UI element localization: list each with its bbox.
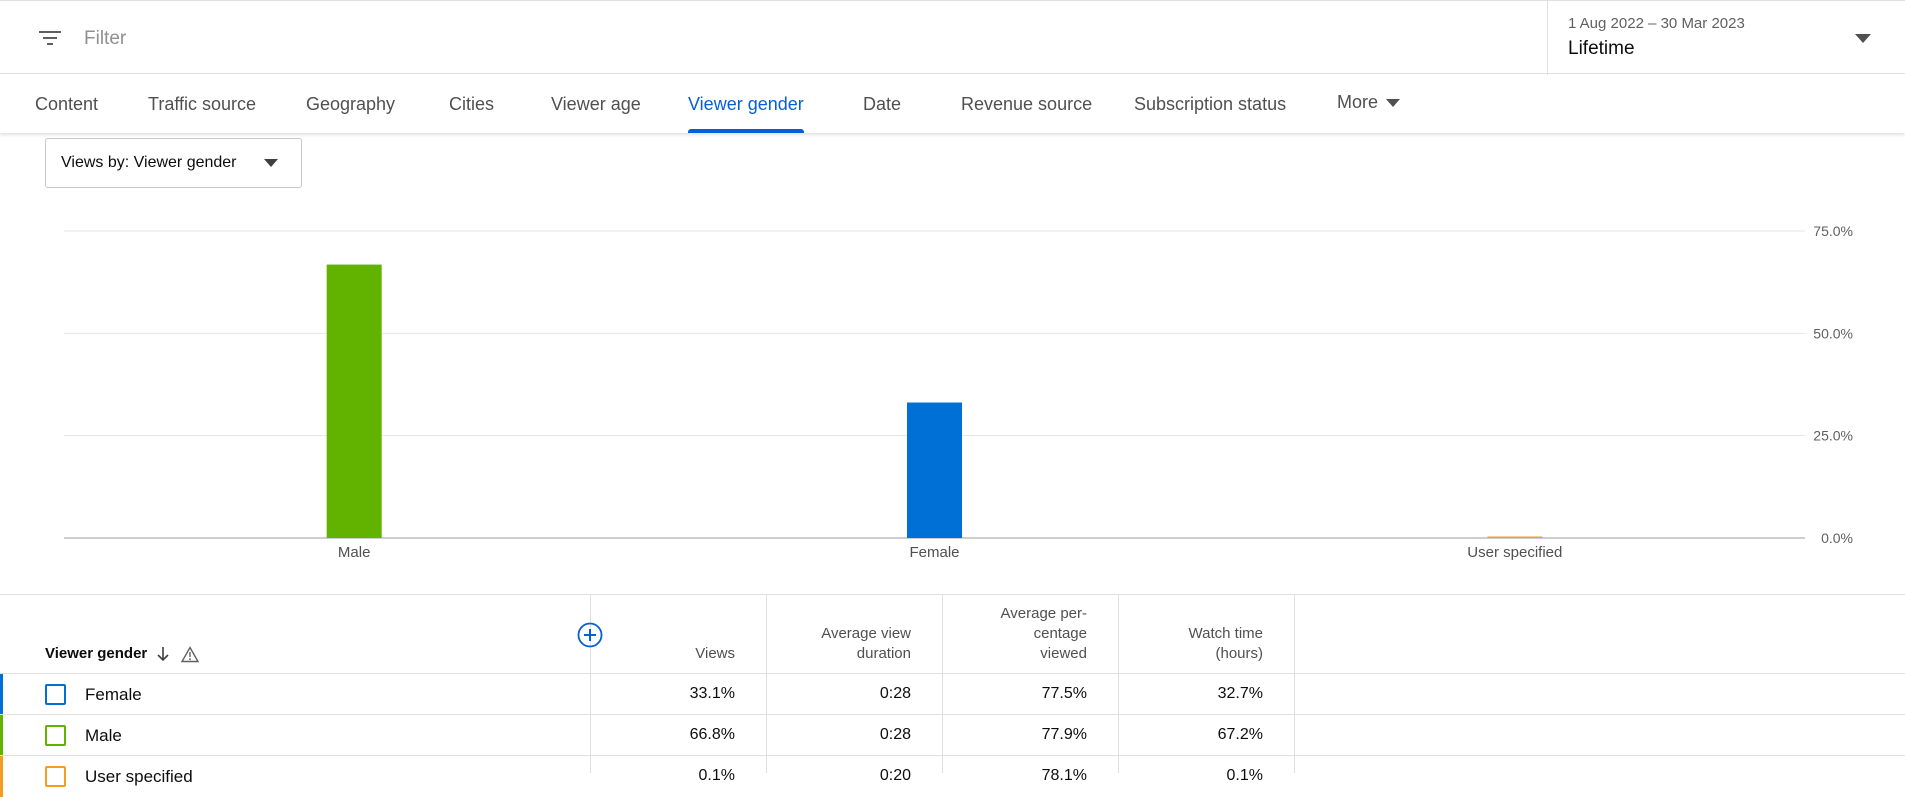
y-tick-label: 75.0% <box>1813 223 1853 239</box>
row-checkbox[interactable] <box>45 766 66 787</box>
column-header-line: Watch time <box>1188 625 1263 642</box>
column-header-average-view-duration[interactable]: Average view duration <box>761 624 911 664</box>
column-header-average-percentage-viewed[interactable]: Average per- centage viewed <box>937 604 1087 664</box>
dimension-header[interactable]: Viewer gender <box>45 645 147 662</box>
y-tick-label: 50.0% <box>1813 325 1853 341</box>
x-tick-label: Male <box>338 544 371 561</box>
bar-chart: 0.0% 25.0% 50.0% 75.0% Male Female User specif… <box>64 223 1853 561</box>
table-row[interactable]: Female 33.1% 0:28 77.5% 32.7% <box>0 673 1905 715</box>
cell-watch-time: 32.7% <box>1217 685 1263 702</box>
date-range-text: 1 Aug 2022 – 30 Mar 2023 <box>1568 15 1745 32</box>
column-header-line: Views <box>695 645 735 662</box>
bar-female[interactable] <box>907 402 962 538</box>
chevron-down-icon <box>264 159 278 167</box>
column-header-views[interactable]: Views <box>585 644 735 664</box>
cell-average-percentage-viewed: 78.1% <box>1041 767 1087 784</box>
tab-viewer-age[interactable]: Viewer age <box>551 75 641 133</box>
tab-viewer-gender[interactable]: Viewer gender <box>688 75 804 133</box>
tab-more[interactable]: More <box>1337 75 1401 133</box>
tab-subscription-status[interactable]: Subscription status <box>1134 75 1286 133</box>
bar-user-specified[interactable] <box>1487 536 1543 539</box>
column-header-watch-time[interactable]: Watch time (hours) <box>1113 624 1263 664</box>
cell-views: 0.1% <box>698 767 735 784</box>
date-range-label: Lifetime <box>1568 38 1635 59</box>
table-top-border <box>0 594 1905 595</box>
cell-average-percentage-viewed: 77.5% <box>1041 685 1087 702</box>
row-color-stripe <box>0 715 3 756</box>
tab-revenue-source[interactable]: Revenue source <box>961 75 1092 133</box>
y-tick-label: 25.0% <box>1813 428 1853 444</box>
tab-traffic-source[interactable]: Traffic source <box>148 75 256 133</box>
cell-average-percentage-viewed: 77.9% <box>1041 726 1087 743</box>
arrow-down-icon[interactable] <box>155 645 171 663</box>
cell-watch-time: 67.2% <box>1217 726 1263 743</box>
column-header-line: Average view <box>821 625 911 642</box>
column-header-line: Average per- <box>1000 605 1087 622</box>
cell-average-view-duration: 0:28 <box>879 726 911 743</box>
tab-date[interactable]: Date <box>863 75 901 133</box>
column-header-line: (hours) <box>1215 645 1263 662</box>
bar-male[interactable] <box>326 264 382 538</box>
tab-more-label: More <box>1337 92 1379 112</box>
date-range-picker[interactable]: 1 Aug 2022 – 30 Mar 2023 Lifetime <box>1547 1 1905 75</box>
filter-icon[interactable] <box>37 26 63 50</box>
cell-average-view-duration: 0:28 <box>879 685 911 702</box>
tab-geography[interactable]: Geography <box>306 75 395 133</box>
caret-down-icon <box>1386 99 1401 108</box>
column-header-line: viewed <box>1040 645 1087 662</box>
cell-views: 66.8% <box>689 726 735 743</box>
chevron-down-icon <box>1855 34 1871 43</box>
row-checkbox[interactable] <box>45 725 66 746</box>
row-label: Female <box>85 685 142 704</box>
table-row[interactable]: User specified 0.1% 0:20 78.1% 0.1% <box>0 755 1905 797</box>
metric-select[interactable]: Views by: Viewer gender <box>45 138 302 188</box>
column-header-line: duration <box>856 645 911 662</box>
row-color-stripe <box>0 756 3 797</box>
warning-icon[interactable] <box>181 646 199 663</box>
row-label: Male <box>85 726 122 745</box>
table-row[interactable]: Male 66.8% 0:28 77.9% 67.2% <box>0 714 1905 756</box>
y-tick-label: 0.0% <box>1821 530 1853 546</box>
cell-watch-time: 0.1% <box>1226 767 1263 784</box>
column-header-line: centage <box>1033 625 1087 642</box>
tab-cities[interactable]: Cities <box>449 75 494 133</box>
row-color-stripe <box>0 674 3 715</box>
report-tabs: Content Traffic source Geography Cities … <box>0 75 1905 133</box>
cell-average-view-duration: 0:20 <box>879 767 911 784</box>
row-label: User specified <box>85 767 193 786</box>
tab-content[interactable]: Content <box>35 75 98 133</box>
row-checkbox[interactable] <box>45 684 66 705</box>
viewer-gender-chart: 0.0% 25.0% 50.0% 75.0% Male Female User specif… <box>0 200 1905 570</box>
x-tick-label: User specified <box>1467 544 1562 561</box>
cell-views: 33.1% <box>689 685 735 702</box>
filter-bar: 1 Aug 2022 – 30 Mar 2023 Lifetime <box>0 0 1905 75</box>
x-tick-label: Female <box>909 544 959 561</box>
filter-input[interactable] <box>84 25 1484 53</box>
metric-select-label: Views by: Viewer gender <box>61 154 237 171</box>
